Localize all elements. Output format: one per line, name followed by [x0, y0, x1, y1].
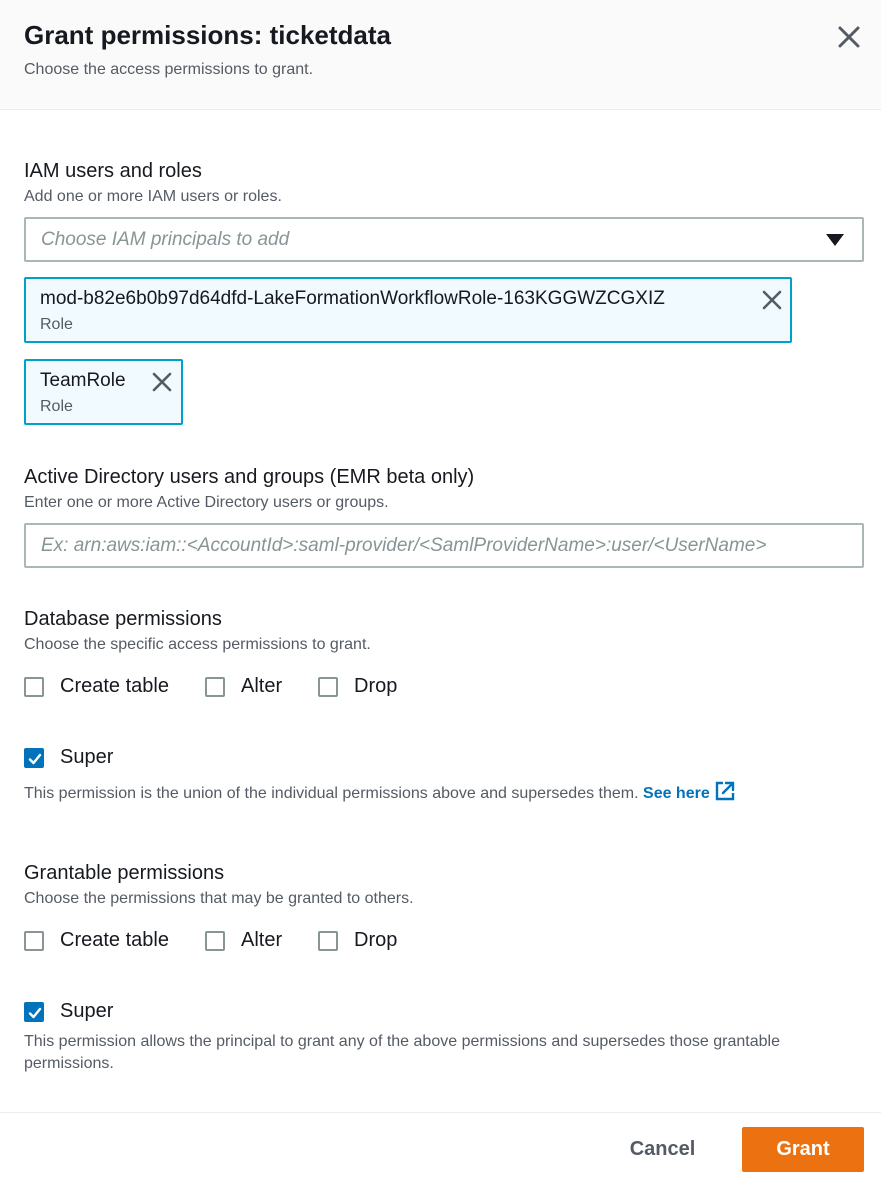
ad-input-placeholder: Ex: arn:aws:iam::<AccountId>:saml-provid… — [41, 535, 767, 556]
grantable-super-note: This permission allows the principal to … — [24, 1033, 780, 1072]
ad-label: Active Directory users and groups (EMR b… — [24, 466, 475, 488]
grantable-alter-checkbox[interactable] — [205, 931, 225, 951]
db-create-table-label: Create table — [60, 675, 169, 697]
grantable-super-checkbox[interactable] — [24, 1002, 44, 1022]
ad-description: Enter one or more Active Directory users… — [24, 494, 389, 511]
iam-select-placeholder: Choose IAM principals to add — [41, 229, 290, 250]
db-super-label: Super — [60, 746, 114, 768]
db-permissions-description: Choose the specific access permissions t… — [24, 636, 371, 653]
check-icon — [28, 1007, 42, 1019]
remove-token-button[interactable] — [150, 370, 174, 394]
iam-token: mod-b82e6b0b97d64dfd-LakeFormationWorkfl… — [24, 277, 792, 343]
cancel-button[interactable]: Cancel — [610, 1127, 715, 1172]
close-icon — [762, 290, 782, 310]
remove-token-button[interactable] — [760, 288, 784, 312]
db-alter-checkbox[interactable] — [205, 677, 225, 697]
db-permissions-label: Database permissions — [24, 608, 222, 630]
close-button[interactable] — [834, 22, 864, 52]
db-drop-label: Drop — [354, 675, 398, 697]
db-drop-checkbox[interactable] — [318, 677, 338, 697]
db-create-table-checkbox[interactable] — [24, 677, 44, 697]
db-alter-label: Alter — [241, 675, 283, 697]
grantable-create-table-label: Create table — [60, 929, 169, 951]
iam-label: IAM users and roles — [24, 160, 202, 182]
token-name: TeamRole — [40, 370, 126, 391]
token-type: Role — [40, 398, 73, 415]
iam-principals-select[interactable]: Choose IAM principals to add — [24, 217, 864, 262]
db-super-note: This permission is the union of the indi… — [24, 780, 864, 805]
see-here-label: See here — [643, 785, 710, 802]
iam-description: Add one or more IAM users or roles. — [24, 188, 282, 205]
grant-button[interactable]: Grant — [742, 1127, 864, 1172]
modal-header: Grant permissions: ticketdata Choose the… — [0, 0, 881, 110]
token-name: mod-b82e6b0b97d64dfd-LakeFormationWorkfl… — [40, 288, 665, 309]
grantable-permissions-label: Grantable permissions — [24, 862, 225, 884]
iam-token: TeamRole Role — [24, 359, 183, 425]
token-type: Role — [40, 316, 73, 333]
grantable-create-table-checkbox[interactable] — [24, 931, 44, 951]
close-icon — [838, 26, 860, 48]
db-super-note-text: This permission is the union of the indi… — [24, 785, 639, 802]
grantable-drop-checkbox[interactable] — [318, 931, 338, 951]
close-icon — [152, 372, 172, 392]
grantable-drop-label: Drop — [354, 929, 398, 951]
grantable-super-label: Super — [60, 1000, 114, 1022]
see-here-link[interactable]: See here — [643, 781, 736, 802]
db-super-checkbox[interactable] — [24, 748, 44, 768]
ad-input[interactable]: Ex: arn:aws:iam::<AccountId>:saml-provid… — [24, 523, 864, 568]
caret-down-icon — [826, 234, 844, 246]
external-link-icon — [715, 781, 734, 801]
check-icon — [28, 753, 42, 765]
modal-subtitle: Choose the access permissions to grant. — [24, 61, 314, 78]
modal-title: Grant permissions: ticketdata — [24, 20, 391, 50]
grantable-alter-label: Alter — [241, 929, 283, 951]
grantable-permissions-description: Choose the permissions that may be grant… — [24, 890, 414, 907]
